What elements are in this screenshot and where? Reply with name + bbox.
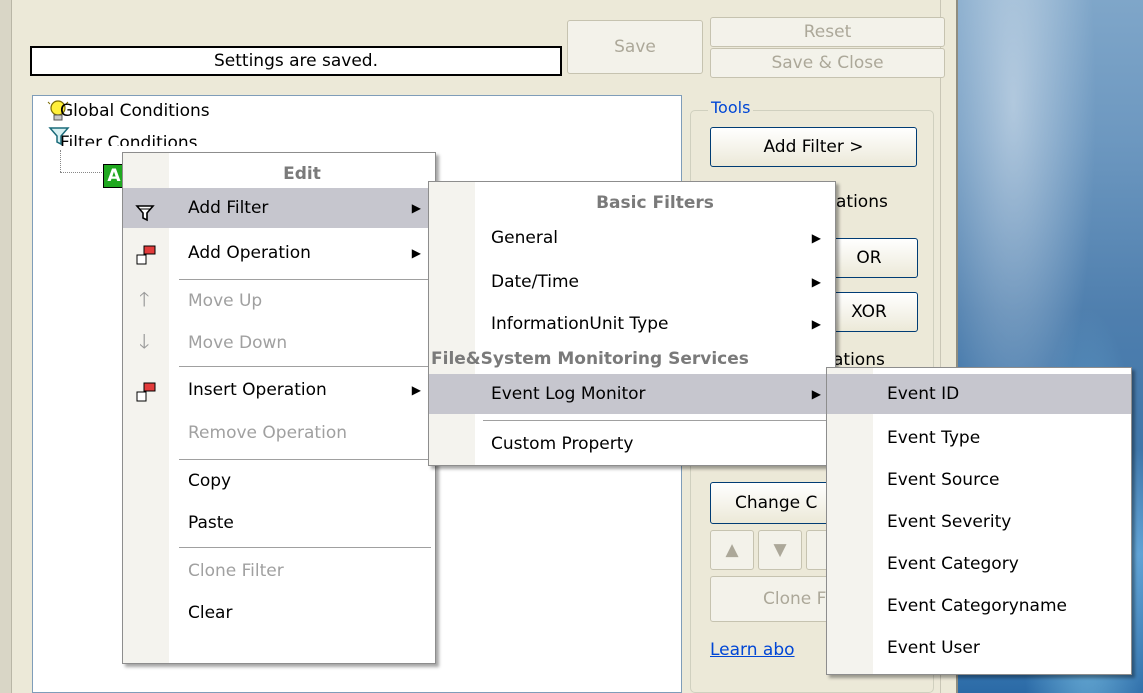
operation-icon — [135, 241, 156, 265]
menu-item-event-categoryname[interactable]: Event Categoryname — [827, 586, 1131, 626]
menu-separator — [179, 366, 431, 367]
move-up-button[interactable]: ▲ — [710, 530, 754, 570]
submenu-arrow-icon: ▶ — [811, 317, 821, 331]
menu-item-move-down[interactable]: 🡓 Move Down — [123, 323, 435, 363]
menu-item-add-filter[interactable]: Add Filter ▶ — [123, 188, 435, 228]
submenu-arrow-icon: ▶ — [411, 201, 421, 215]
save-button[interactable]: Save — [567, 20, 703, 74]
menu-item-event-source[interactable]: Event Source — [827, 460, 1131, 500]
menu-item-custom-property[interactable]: Custom Property — [429, 424, 835, 464]
tree-line — [60, 150, 61, 172]
menu-header-edit: Edit — [283, 164, 321, 184]
menu-item-move-up[interactable]: 🡑 Move Up — [123, 281, 435, 321]
menu-item-add-operation[interactable]: Add Operation ▶ — [123, 233, 435, 273]
menu-separator — [179, 459, 431, 460]
filters-submenu: Basic Filters General ▶ Date/Time ▶ Info… — [428, 181, 836, 466]
menu-item-insert-operation[interactable]: Insert Operation ▶ — [123, 370, 435, 410]
menu-header-fs-monitoring: File&System Monitoring Services — [431, 349, 749, 369]
move-down-button[interactable]: ▼ — [758, 530, 802, 570]
menu-separator — [483, 420, 831, 421]
save-close-button[interactable]: Save & Close — [710, 48, 945, 78]
submenu-arrow-icon: ▶ — [811, 275, 821, 289]
reset-button[interactable]: Reset — [710, 17, 945, 47]
tree-line — [60, 172, 102, 173]
arrow-down-icon: ▼ — [773, 540, 787, 560]
learn-link[interactable]: Learn abo — [710, 640, 795, 660]
window-edge — [0, 0, 12, 693]
menu-item-clone-filter[interactable]: Clone Filter — [123, 551, 435, 591]
menu-item-event-type[interactable]: Event Type — [827, 418, 1131, 458]
menu-item-event-log-monitor[interactable]: Event Log Monitor ▶ — [429, 374, 835, 414]
arrow-up-icon: ▲ — [725, 540, 739, 560]
arrow-down-icon: 🡓 — [139, 329, 150, 353]
filter-icon — [135, 198, 155, 222]
menu-item-copy[interactable]: Copy — [123, 461, 435, 501]
arrow-up-icon: 🡑 — [139, 287, 150, 311]
operations-label: ations — [836, 192, 888, 212]
menu-item-event-severity[interactable]: Event Severity — [827, 502, 1131, 542]
tree-item-filter-conditions[interactable]: Filter Conditions — [60, 130, 198, 146]
tools-title: Tools — [708, 98, 754, 117]
edit-context-menu: Edit Add Filter ▶ Add Operation ▶ 🡑 Move… — [122, 152, 436, 664]
menu-item-event-category[interactable]: Event Category — [827, 544, 1131, 584]
change-button[interactable]: Change C — [710, 482, 830, 524]
submenu-arrow-icon: ▶ — [411, 383, 421, 397]
menu-separator — [179, 547, 431, 548]
menu-item-remove-operation[interactable]: Remove Operation — [123, 413, 435, 453]
eventlog-submenu: Event ID Event Type Event Source Event S… — [826, 367, 1132, 675]
clone-button[interactable]: Clone F — [710, 576, 830, 622]
menu-header-basic-filters: Basic Filters — [596, 193, 714, 213]
add-filter-button[interactable]: Add Filter > — [710, 127, 917, 167]
menu-separator — [179, 279, 431, 280]
submenu-arrow-icon: ▶ — [811, 231, 821, 245]
submenu-arrow-icon: ▶ — [811, 387, 821, 401]
menu-item-informationunit-type[interactable]: InformationUnit Type ▶ — [429, 304, 835, 344]
tree-item-global-conditions[interactable]: Global Conditions — [60, 99, 210, 123]
menu-item-event-id[interactable]: Event ID — [827, 374, 1131, 414]
menu-item-event-user[interactable]: Event User — [827, 628, 1131, 668]
menu-item-date-time[interactable]: Date/Time ▶ — [429, 262, 835, 302]
submenu-arrow-icon: ▶ — [411, 246, 421, 260]
status-field: Settings are saved. — [30, 46, 562, 76]
menu-item-general[interactable]: General ▶ — [429, 218, 835, 258]
menu-item-clear[interactable]: Clear — [123, 593, 435, 633]
operation-icon — [135, 378, 156, 402]
menu-item-paste[interactable]: Paste — [123, 503, 435, 543]
